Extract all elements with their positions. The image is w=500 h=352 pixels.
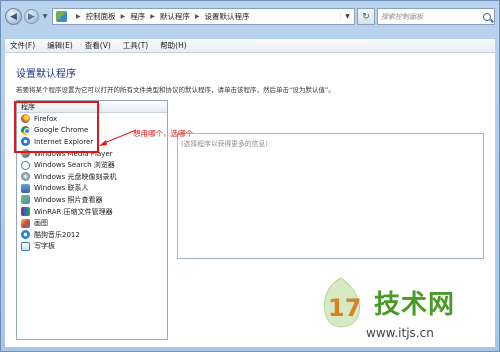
list-item-label: 写字板 xyxy=(34,242,55,251)
watermark-url: www.itjs.cn xyxy=(366,326,434,340)
menu-view[interactable]: 查看(V) xyxy=(85,40,111,51)
breadcrumb-default-programs[interactable]: 默认程序 xyxy=(160,11,190,22)
info-hint: (选择程序以获得更多的信息) xyxy=(181,140,268,148)
disc-burner-icon xyxy=(21,172,30,182)
back-button[interactable]: ◀ xyxy=(5,8,22,25)
menu-file[interactable]: 文件(F) xyxy=(10,40,35,51)
search-explorer-icon xyxy=(21,160,30,170)
list-item-photo-viewer[interactable]: Windows 照片查看器 xyxy=(17,194,167,206)
search-placeholder: 搜索控制面板 xyxy=(381,12,423,21)
recent-pages-dropdown[interactable]: ▼ xyxy=(41,13,49,20)
breadcrumb-control-panel[interactable]: 控制面板 xyxy=(86,11,116,22)
list-item-label: 画图 xyxy=(34,219,48,228)
list-item-wordpad[interactable]: 写字板 xyxy=(17,241,167,253)
contacts-icon xyxy=(21,183,30,193)
titlebar: ◀ ▶ ▼ ▶ 控制面板 ▶ 程序 ▶ 默认程序 ▶ 设置默认程序 ▼ ↻ 搜索… xyxy=(5,5,495,28)
menu-help[interactable]: 帮助(H) xyxy=(160,40,187,51)
watermark-brand: 技术网 xyxy=(374,290,456,320)
annotation-callout: 想用哪个，选哪个 xyxy=(133,129,193,138)
chevron-down-icon: ▼ xyxy=(42,13,48,20)
watermark-logo-icon: 17 xyxy=(324,277,361,328)
kugou-icon xyxy=(21,230,30,240)
list-item-paint[interactable]: 画图 xyxy=(17,217,167,229)
annotation-arrow-icon xyxy=(99,129,137,146)
address-dropdown-icon[interactable]: ▼ xyxy=(340,13,354,20)
list-item-label: WinRAR 压缩文件管理器 xyxy=(34,207,113,216)
page-title: 设置默认程序 xyxy=(16,69,76,80)
watermark: 17 技术网 www.itjs.cn xyxy=(318,276,490,346)
winrar-icon xyxy=(21,207,30,217)
back-arrow-icon: ◀ xyxy=(10,11,17,22)
breadcrumb-separator-icon: ▶ xyxy=(150,13,155,20)
list-item-disc-burner[interactable]: Windows 光盘映像刻录机 xyxy=(17,171,167,183)
paint-icon xyxy=(21,218,30,228)
program-info-panel: (选择程序以获得更多的信息) xyxy=(177,133,484,259)
forward-button[interactable]: ▶ xyxy=(24,9,39,24)
menu-tools[interactable]: 工具(T) xyxy=(123,40,148,51)
search-icon xyxy=(483,12,491,21)
list-item-winrar[interactable]: WinRAR 压缩文件管理器 xyxy=(17,206,167,218)
wordpad-icon xyxy=(21,241,30,251)
svg-text:17: 17 xyxy=(328,294,361,322)
breadcrumb-set-default-programs[interactable]: 设置默认程序 xyxy=(205,11,250,22)
breadcrumb-separator-icon: ▶ xyxy=(120,13,126,20)
page-description: 若要将某个程序设置为它可以打开的所有文件类型和协议的默认程序，请单击该程序，然后… xyxy=(16,86,335,94)
search-input[interactable]: 搜索控制面板 xyxy=(377,8,495,25)
control-panel-icon xyxy=(56,11,67,22)
address-bar[interactable]: ▶ 控制面板 ▶ 程序 ▶ 默认程序 ▶ 设置默认程序 ▼ xyxy=(52,8,355,25)
list-item-label: Windows 光盘映像刻录机 xyxy=(34,172,117,181)
list-item-label: Windows 照片查看器 xyxy=(34,195,103,204)
list-item-windows-search[interactable]: Windows Search 浏览器 xyxy=(17,159,167,171)
list-item-label: Windows 联系人 xyxy=(34,184,89,193)
menu-edit[interactable]: 编辑(E) xyxy=(47,40,73,51)
breadcrumb-separator-icon: ▶ xyxy=(76,13,81,20)
menu-bar: 文件(F) 编辑(E) 查看(V) 工具(T) 帮助(H) xyxy=(5,39,495,53)
forward-arrow-icon: ▶ xyxy=(28,11,35,22)
breadcrumb-programs[interactable]: 程序 xyxy=(130,11,145,22)
list-item-kugou[interactable]: 酷狗音乐2012 xyxy=(17,229,167,241)
photo-viewer-icon xyxy=(21,195,30,205)
list-item-label: 酷狗音乐2012 xyxy=(34,230,80,239)
breadcrumb-separator-icon: ▶ xyxy=(194,13,200,20)
refresh-icon: ↻ xyxy=(362,11,370,22)
list-item-label: Windows Search 浏览器 xyxy=(34,161,115,170)
annotation-highlight-box xyxy=(14,101,99,153)
list-item-windows-contacts[interactable]: Windows 联系人 xyxy=(17,183,167,195)
refresh-button[interactable]: ↻ xyxy=(357,8,375,25)
